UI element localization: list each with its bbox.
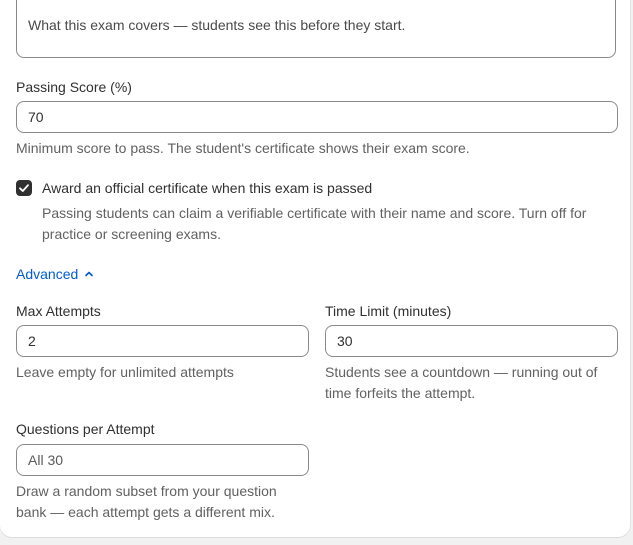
passing-score-label: Passing Score (%) (16, 79, 132, 95)
max-attempts-label: Max Attempts (16, 303, 101, 319)
advanced-toggle[interactable]: Advanced (16, 266, 94, 282)
description-textarea[interactable]: What this exam covers — students see thi… (16, 0, 616, 58)
time-limit-help: Students see a countdown — running out o… (325, 364, 598, 401)
max-attempts-help: Leave empty for unlimited attempts (16, 364, 234, 380)
passing-score-input[interactable]: 70 (16, 101, 618, 133)
questions-per-attempt-help: Draw a random subset from your question … (16, 483, 277, 520)
chevron-up-icon (85, 271, 94, 277)
questions-per-attempt-select[interactable]: All 30 (16, 444, 309, 476)
description-text: What this exam covers — students see thi… (28, 17, 406, 33)
max-attempts-input[interactable]: 2 (16, 325, 309, 357)
certificate-label[interactable]: Award an official certificate when this … (42, 180, 372, 196)
certificate-checkbox[interactable] (16, 180, 32, 196)
time-limit-input[interactable]: 30 (325, 325, 618, 357)
exam-settings-card: What this exam covers — students see thi… (0, 0, 630, 537)
passing-score-help: Minimum score to pass. The student's cer… (16, 140, 470, 156)
advanced-label: Advanced (16, 266, 79, 282)
checkmark-icon (19, 184, 29, 192)
time-limit-label: Time Limit (minutes) (325, 303, 452, 319)
certificate-help: Passing students can claim a verifiable … (42, 205, 587, 242)
questions-per-attempt-label: Questions per Attempt (16, 421, 155, 437)
